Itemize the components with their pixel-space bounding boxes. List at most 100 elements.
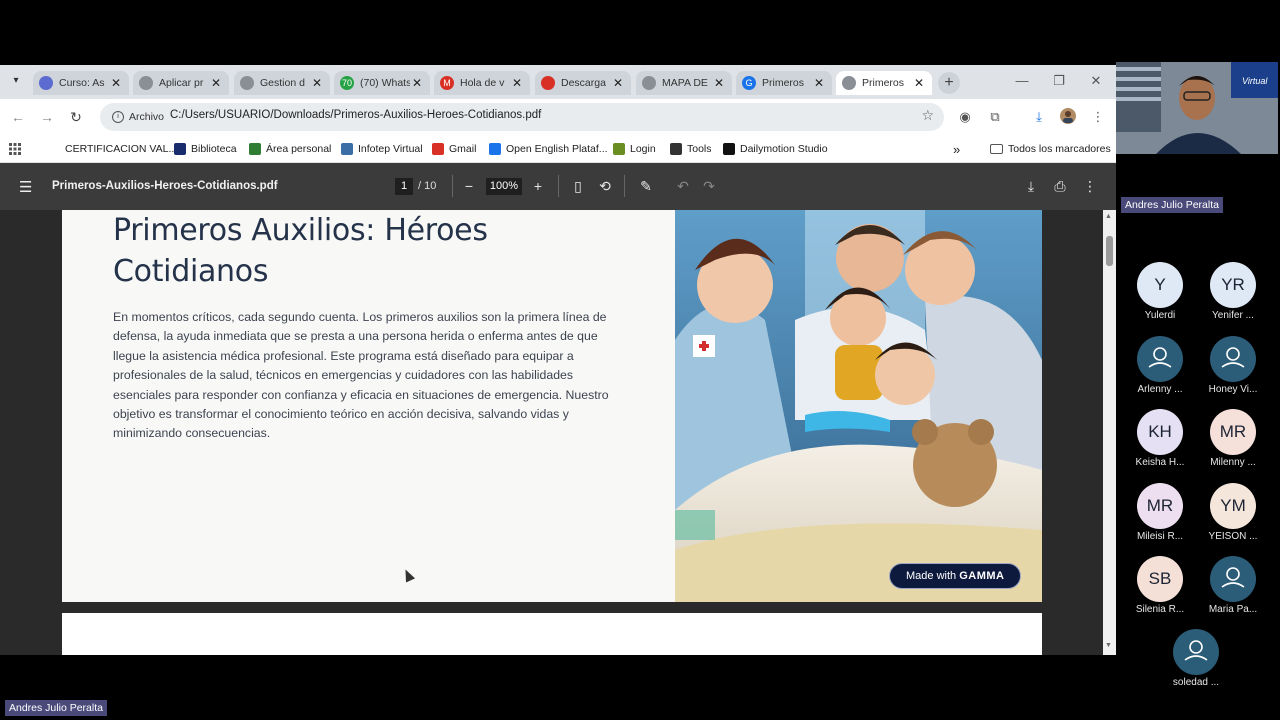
bookmark-label: Área personal bbox=[266, 143, 332, 155]
participant-tile[interactable]: SB Silenia R... bbox=[1125, 556, 1195, 615]
avatar bbox=[1137, 336, 1183, 382]
zoom-input[interactable]: 100% bbox=[486, 178, 522, 195]
tab-6[interactable]: Descarga ✕ bbox=[535, 71, 631, 95]
tab-4[interactable]: 70 (70) Whats ✕ bbox=[334, 71, 430, 95]
tab-9[interactable]: Primeros ✕ bbox=[836, 71, 932, 95]
new-tab-button[interactable]: + bbox=[938, 72, 960, 94]
participant-tile[interactable]: Honey Vi... bbox=[1198, 336, 1268, 395]
svg-text:Virtual: Virtual bbox=[1242, 76, 1268, 86]
tab-close-icon[interactable]: ✕ bbox=[611, 76, 625, 90]
participant-name: Yenifer ... bbox=[1212, 310, 1254, 321]
tab-close-icon[interactable]: ✕ bbox=[510, 76, 524, 90]
pdf-page-1: Primeros Auxilios: Héroes Cotidianos En … bbox=[62, 210, 1042, 602]
apps-grid-icon[interactable] bbox=[9, 141, 21, 157]
participant-name: Milenny ... bbox=[1210, 457, 1256, 468]
close-window-icon[interactable]: ✕ bbox=[1086, 73, 1106, 89]
bookmark-item[interactable]: Login bbox=[613, 141, 656, 157]
bookmark-item[interactable]: Infotep Virtual bbox=[341, 141, 423, 157]
fit-page-icon[interactable]: ▯ bbox=[568, 176, 588, 196]
tab-close-icon[interactable]: ✕ bbox=[712, 76, 726, 90]
address-bar[interactable]: i Archivo C:/Users/USUARIO/Downloads/Pri… bbox=[100, 103, 944, 131]
participant-tile[interactable]: YM YEISON ... bbox=[1198, 483, 1268, 542]
tab-label: Descarga bbox=[561, 77, 606, 89]
all-bookmarks-button[interactable]: Todos los marcadores bbox=[990, 141, 1111, 157]
tab-5[interactable]: M Hola de v ✕ bbox=[434, 71, 530, 95]
tab-close-icon[interactable]: ✕ bbox=[410, 76, 424, 90]
pdf-filename: Primeros-Auxilios-Heroes-Cotidianos.pdf bbox=[52, 180, 278, 192]
print-icon[interactable]: ⎙ bbox=[1050, 176, 1070, 196]
reload-icon[interactable]: ↻ bbox=[67, 108, 85, 126]
tab-2[interactable]: Aplicar pr ✕ bbox=[133, 71, 229, 95]
bookmark-item[interactable]: CERTIFICACION VAL... bbox=[65, 141, 177, 157]
menu-kebab-icon[interactable]: ⋮ bbox=[1089, 108, 1107, 126]
tab-label: Primeros bbox=[762, 77, 805, 89]
participant-name: Arlenny ... bbox=[1137, 384, 1183, 395]
participant-tile[interactable]: Arlenny ... bbox=[1125, 336, 1195, 395]
bookmark-item[interactable]: Gmail bbox=[432, 141, 476, 157]
participant-name: Silenia R... bbox=[1135, 604, 1185, 615]
bookmark-label: Tools bbox=[687, 143, 712, 155]
participant-tile[interactable]: soledad ... bbox=[1161, 629, 1231, 688]
page-total: / 10 bbox=[418, 180, 437, 192]
profile-avatar[interactable] bbox=[1059, 108, 1077, 126]
tab-close-icon[interactable]: ✕ bbox=[812, 76, 826, 90]
tab-search-icon[interactable]: ▾ bbox=[8, 75, 24, 91]
user-icon bbox=[1184, 640, 1208, 661]
bookmark-item[interactable]: Tools bbox=[670, 141, 712, 157]
zoom-in-icon[interactable]: + bbox=[528, 176, 548, 196]
user-icon bbox=[1221, 347, 1245, 368]
page-number-input[interactable]: 1 bbox=[395, 178, 413, 195]
bookmarks-overflow-icon[interactable]: » bbox=[953, 141, 960, 157]
tab-3[interactable]: Gestion d ✕ bbox=[234, 71, 330, 95]
tab-close-icon[interactable]: ✕ bbox=[209, 76, 223, 90]
extensions-icon[interactable]: ⧉ bbox=[986, 108, 1004, 126]
participant-tile[interactable]: YR Yenifer ... bbox=[1198, 262, 1268, 321]
bookmark-item[interactable]: Biblioteca bbox=[174, 141, 237, 157]
participant-tile[interactable]: MR Mileisi R... bbox=[1125, 483, 1195, 542]
participant-name: Honey Vi... bbox=[1208, 384, 1258, 395]
maximize-icon[interactable]: ❐ bbox=[1049, 73, 1069, 89]
participant-tile[interactable]: Maria Pa... bbox=[1198, 556, 1268, 615]
pdf-document-area[interactable]: Primeros Auxilios: Héroes Cotidianos En … bbox=[0, 210, 1116, 655]
back-icon[interactable]: ← bbox=[9, 108, 27, 126]
minimize-icon[interactable]: — bbox=[1012, 73, 1032, 88]
zoom-out-icon[interactable]: − bbox=[459, 176, 479, 196]
scroll-down-icon[interactable]: ▼ bbox=[1105, 642, 1112, 649]
bookmark-label: Infotep Virtual bbox=[358, 143, 423, 155]
tab-7[interactable]: MAPA DE ✕ bbox=[636, 71, 732, 95]
tab-close-icon[interactable]: ✕ bbox=[109, 76, 123, 90]
participant-tile[interactable]: Y Yulerdi bbox=[1125, 262, 1195, 321]
bookmark-star-icon[interactable]: ☆ bbox=[921, 107, 934, 124]
bookmark-item[interactable]: Dailymotion Studio bbox=[723, 141, 828, 157]
square-icon bbox=[489, 143, 501, 155]
pdf-more-icon[interactable]: ⋮ bbox=[1080, 176, 1100, 196]
hamburger-menu-icon[interactable]: ☰ bbox=[19, 178, 32, 196]
vpn-icon[interactable]: ◉ bbox=[956, 108, 974, 126]
url-text[interactable]: C:/Users/USUARIO/Downloads/Primeros-Auxi… bbox=[170, 109, 541, 121]
bookmark-item[interactable]: Área personal bbox=[249, 141, 331, 157]
tab-close-icon[interactable]: ✕ bbox=[310, 76, 324, 90]
scroll-up-icon[interactable]: ▲ bbox=[1105, 213, 1112, 220]
bookmark-item[interactable]: Open English Plataf... bbox=[489, 141, 608, 157]
scroll-thumb[interactable] bbox=[1106, 236, 1113, 266]
rotate-icon[interactable]: ⟲ bbox=[595, 176, 615, 196]
file-chip[interactable]: i Archivo bbox=[106, 107, 170, 127]
forward-icon[interactable]: → bbox=[38, 108, 56, 126]
file-chip-label: Archivo bbox=[129, 111, 165, 123]
redo-icon[interactable]: ↷ bbox=[699, 176, 719, 196]
tab-8[interactable]: G Primeros ✕ bbox=[736, 71, 832, 95]
download-icon[interactable]: ⤓ bbox=[1030, 108, 1048, 126]
tree-icon bbox=[249, 143, 261, 155]
made-with-gamma-badge[interactable]: Made with GAMMA bbox=[889, 563, 1022, 589]
tab-1[interactable]: Curso: As ✕ bbox=[33, 71, 129, 95]
first-aid-illustration bbox=[675, 210, 1042, 602]
participant-tile[interactable]: KH Keisha H... bbox=[1125, 409, 1195, 468]
annotate-icon[interactable]: ✎ bbox=[636, 176, 656, 196]
undo-icon[interactable]: ↶ bbox=[673, 176, 693, 196]
tab-favicon-icon: G bbox=[742, 76, 756, 90]
leaf-icon bbox=[613, 143, 625, 155]
pdf-scrollbar[interactable]: ▲ ▼ bbox=[1103, 210, 1116, 655]
tab-close-icon[interactable]: ✕ bbox=[912, 76, 926, 90]
pdf-download-icon[interactable]: ⤓ bbox=[1021, 176, 1041, 196]
participant-tile[interactable]: MR Milenny ... bbox=[1198, 409, 1268, 468]
